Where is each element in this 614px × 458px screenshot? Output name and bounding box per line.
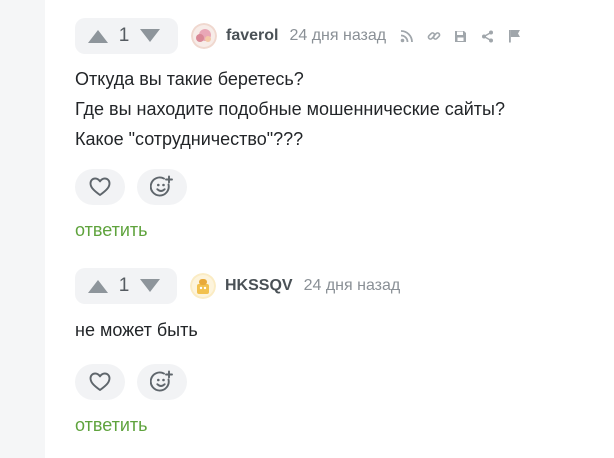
comment: 1 faverol 24 дня назад Откуда вы такие б… bbox=[75, 18, 523, 241]
link-icon bbox=[427, 32, 440, 40]
reactions bbox=[75, 169, 523, 205]
reactions bbox=[75, 364, 400, 400]
avatar[interactable] bbox=[190, 273, 216, 299]
username[interactable]: faverol bbox=[226, 27, 278, 45]
vote-box: 1 bbox=[75, 18, 178, 54]
arrow-down-icon bbox=[140, 279, 160, 292]
like-button[interactable] bbox=[75, 169, 125, 205]
username[interactable]: HKSSQV bbox=[225, 277, 293, 295]
downvote-button[interactable] bbox=[137, 276, 163, 296]
arrow-up-icon bbox=[88, 280, 108, 293]
report-button[interactable] bbox=[506, 28, 523, 45]
comment-line: не может быть bbox=[75, 320, 198, 340]
save-icon bbox=[455, 30, 467, 42]
arrow-down-icon bbox=[140, 29, 160, 42]
comment-body: Откуда вы такие беретесь? Где вы находит… bbox=[75, 64, 523, 154]
share-button[interactable] bbox=[479, 28, 496, 45]
add-reaction-button[interactable] bbox=[137, 364, 187, 400]
comment-line: Откуда вы такие беретесь? bbox=[75, 69, 304, 89]
heart-icon bbox=[89, 177, 111, 196]
timestamp[interactable]: 24 дня назад bbox=[304, 277, 401, 295]
flag-icon bbox=[509, 30, 521, 43]
left-rail bbox=[0, 0, 45, 458]
arrow-up-icon bbox=[88, 30, 108, 43]
avatar[interactable] bbox=[191, 23, 217, 49]
comment-line: Какое "сотрудничество"??? bbox=[75, 129, 304, 149]
vote-box: 1 bbox=[75, 268, 177, 304]
heart-icon bbox=[89, 372, 111, 391]
vote-count: 1 bbox=[118, 275, 130, 296]
comment: 1 HKSSQV 24 дня назад не может быть отве… bbox=[75, 268, 400, 436]
comment-body: не может быть bbox=[75, 315, 400, 345]
comment-header: 1 HKSSQV 24 дня назад bbox=[75, 268, 400, 304]
smile-plus-icon bbox=[150, 370, 173, 392]
reply-link[interactable]: ответить bbox=[75, 220, 148, 241]
comment-line: Где вы находите подобные мошеннические с… bbox=[75, 99, 505, 119]
comment-tools bbox=[398, 28, 523, 45]
reply-link[interactable]: ответить bbox=[75, 415, 148, 436]
downvote-button[interactable] bbox=[137, 26, 163, 46]
upvote-button[interactable] bbox=[85, 26, 111, 46]
smile-plus-icon bbox=[150, 175, 173, 197]
vote-count: 1 bbox=[118, 25, 130, 46]
rss-button[interactable] bbox=[398, 28, 415, 45]
timestamp[interactable]: 24 дня назад bbox=[289, 27, 386, 45]
save-button[interactable] bbox=[452, 28, 469, 45]
comment-header: 1 faverol 24 дня назад bbox=[75, 18, 523, 54]
share-icon bbox=[482, 30, 494, 42]
link-button[interactable] bbox=[425, 28, 442, 45]
upvote-button[interactable] bbox=[85, 276, 111, 296]
like-button[interactable] bbox=[75, 364, 125, 400]
add-reaction-button[interactable] bbox=[137, 169, 187, 205]
rss-icon bbox=[400, 30, 413, 43]
